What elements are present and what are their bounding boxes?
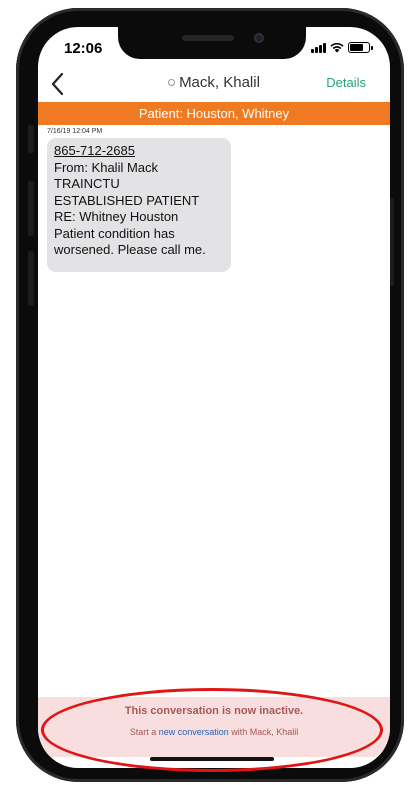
status-dot-icon: [168, 78, 176, 86]
front-camera: [254, 33, 264, 43]
message-line: TRAINCTU: [54, 176, 120, 191]
message-line: Patient condition has: [54, 225, 175, 241]
annotation-ellipse: [41, 688, 383, 772]
message-bubble: 865-712-2685 From: Khalil Mack TRAINCTU …: [47, 138, 231, 272]
app-screen: 12:06 Mack, Khalil Details Patient: Hous…: [38, 27, 390, 768]
details-button[interactable]: Details: [326, 75, 366, 90]
nav-bar: Mack, Khalil Details: [38, 69, 390, 99]
message-timestamp: 7/16/19 12:04 PM: [47, 128, 103, 135]
notch: [118, 27, 306, 59]
status-time: 12:06: [64, 40, 103, 57]
contact-name: Mack, Khalil: [179, 74, 260, 91]
mute-switch: [28, 125, 34, 153]
patient-banner[interactable]: Patient: Houston, Whitney: [38, 102, 390, 125]
message-line: ESTABLISHED PATIENT: [54, 192, 200, 208]
speaker-grille: [182, 35, 234, 41]
volume-up-button: [28, 181, 34, 236]
signal-icon: [311, 42, 326, 53]
volume-down-button: [28, 251, 34, 306]
message-line: worsened. Please call me.: [54, 242, 206, 257]
wifi-icon: [330, 42, 344, 53]
battery-icon: [348, 42, 373, 53]
phone-number-link[interactable]: 865-712-2685: [54, 143, 224, 160]
message-line: RE: Whitney Houston: [54, 209, 179, 224]
status-icons: [311, 41, 373, 53]
message-line: From: Khalil Mack: [54, 159, 159, 175]
